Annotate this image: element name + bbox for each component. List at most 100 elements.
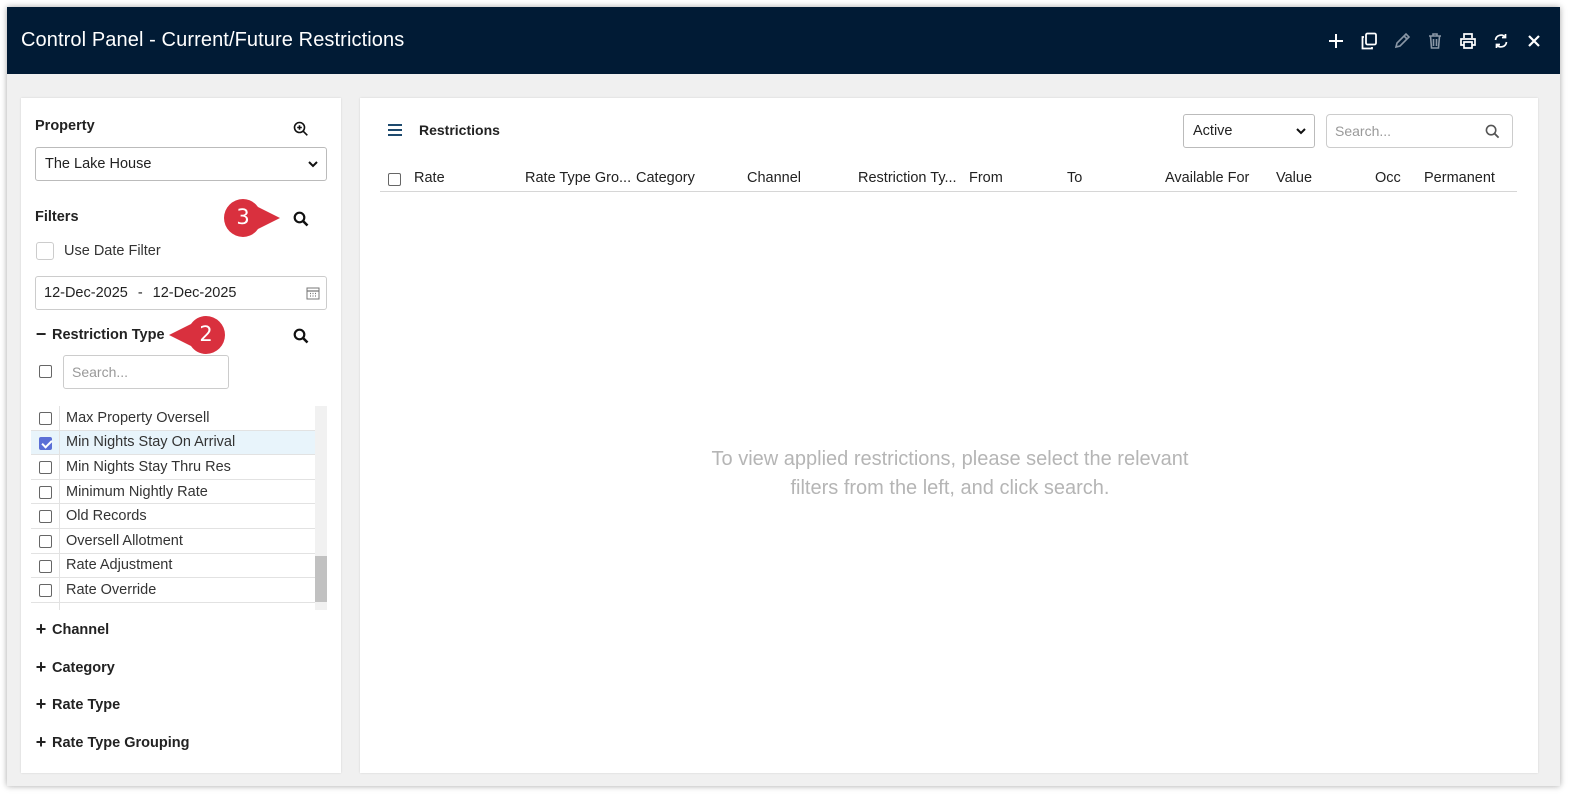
restriction-type-search-input[interactable]: Search...	[63, 355, 229, 389]
list-item-checkbox[interactable]	[39, 461, 52, 475]
date-range-field[interactable]: 12-Dec-2025 - 12-Dec-2025	[35, 276, 327, 310]
list-item[interactable]: Oversell Allotment	[31, 529, 315, 554]
title-bar: Control Panel - Current/Future Restricti…	[7, 7, 1560, 74]
column-header-rate[interactable]: Rate	[414, 170, 445, 186]
rate-type-grouping-toggle[interactable]: + Rate Type Grouping	[35, 732, 190, 753]
chevron-down-icon	[308, 161, 318, 168]
refresh-button[interactable]	[1489, 29, 1513, 53]
close-icon	[1528, 34, 1540, 47]
date-to: 12-Dec-2025	[152, 285, 237, 301]
restriction-type-toggle[interactable]: − Restriction Type	[35, 324, 165, 345]
filter-panel: Property The Lake House Filters Use Date…	[21, 98, 341, 773]
window-title: Control Panel - Current/Future Restricti…	[21, 29, 405, 51]
app-window: Control Panel - Current/Future Restricti…	[7, 7, 1560, 786]
list-item[interactable]: Min Nights Stay Thru Res	[31, 455, 315, 480]
column-header-available-for[interactable]: Available For	[1165, 170, 1249, 186]
refresh-icon	[1494, 33, 1508, 48]
list-item-checkbox[interactable]	[39, 559, 52, 573]
callout-3: 3	[222, 197, 282, 239]
callout-3-number: 3	[236, 205, 250, 229]
property-select-value: The Lake House	[45, 156, 152, 172]
list-item[interactable]: Rate Adjustment	[31, 553, 315, 579]
restriction-type-list: Max Property Oversell Min Nights Stay On…	[31, 406, 327, 610]
rate-type-grouping-label: Rate Type Grouping	[52, 734, 190, 751]
list-item[interactable]: Rate Override	[31, 578, 315, 603]
list-item[interactable]: Min Nights Stay On Arrival	[31, 430, 315, 456]
use-date-filter-label: Use Date Filter	[64, 243, 161, 259]
plus-icon: +	[35, 619, 47, 639]
plus-icon: +	[35, 694, 47, 714]
restrictions-search-input[interactable]: Search...	[1326, 114, 1513, 148]
column-header-rate-type-grouping[interactable]: Rate Type Gro...	[525, 170, 631, 186]
print-button[interactable]	[1456, 29, 1480, 53]
column-header-from[interactable]: From	[969, 170, 1003, 186]
delete-button[interactable]	[1423, 29, 1447, 53]
list-item	[31, 602, 315, 610]
list-item-label: Oversell Allotment	[66, 532, 183, 549]
status-select[interactable]: Active	[1183, 114, 1315, 148]
printer-icon	[1460, 32, 1476, 49]
list-item[interactable]: Max Property Oversell	[31, 406, 315, 431]
use-date-filter-checkbox[interactable]	[36, 242, 54, 260]
restriction-type-select-all[interactable]	[39, 365, 52, 378]
search-icon	[1485, 124, 1500, 139]
filters-label: Filters	[35, 209, 79, 225]
menu-button[interactable]	[385, 120, 405, 140]
toolbar	[1324, 7, 1546, 74]
search-icon	[293, 211, 309, 227]
property-label: Property	[35, 118, 95, 134]
property-lookup-button[interactable]	[291, 119, 311, 139]
list-item[interactable]: Minimum Nightly Rate	[31, 479, 315, 505]
empty-state-line-2: filters from the left, and click search.	[790, 477, 1110, 499]
list-item[interactable]: Old Records	[31, 504, 315, 529]
list-item-checkbox[interactable]	[39, 510, 52, 524]
calendar-icon	[306, 287, 320, 300]
plus-icon: +	[35, 732, 47, 752]
empty-state-message: To view applied restrictions, please sel…	[660, 445, 1240, 503]
edit-button[interactable]	[1390, 29, 1414, 53]
chevron-down-icon	[1296, 128, 1306, 135]
column-header-channel[interactable]: Channel	[747, 170, 801, 186]
plus-icon	[1329, 33, 1343, 48]
rate-type-group-toggle[interactable]: + Rate Type	[35, 694, 121, 715]
restriction-type-search-placeholder: Search...	[72, 364, 129, 380]
list-item-label: Rate Adjustment	[66, 557, 173, 574]
list-item-checkbox[interactable]	[39, 436, 52, 450]
list-item-label: Max Property Oversell	[66, 409, 210, 426]
trash-icon	[1429, 32, 1441, 49]
column-header-occ[interactable]: Occ	[1375, 170, 1401, 186]
list-item-checkbox[interactable]	[39, 485, 52, 499]
restrictions-search-placeholder: Search...	[1335, 123, 1392, 139]
rate-type-group-label: Rate Type	[52, 696, 121, 713]
restriction-type-search-button[interactable]	[291, 326, 311, 346]
date-separator: -	[137, 285, 143, 301]
select-all-rows-checkbox[interactable]	[388, 173, 401, 186]
list-item-checkbox[interactable]	[39, 412, 52, 425]
channel-group-toggle[interactable]: + Channel	[35, 619, 109, 640]
restriction-type-label: Restriction Type	[52, 326, 165, 343]
filters-search-button[interactable]	[291, 209, 311, 229]
list-scrollbar[interactable]	[315, 406, 327, 610]
minus-icon: −	[35, 324, 47, 344]
date-from: 12-Dec-2025	[44, 285, 128, 301]
list-item-checkbox[interactable]	[39, 584, 52, 598]
column-header-to[interactable]: To	[1067, 170, 1082, 186]
close-button[interactable]	[1522, 29, 1546, 53]
list-item-label: Rate Override	[66, 581, 157, 598]
column-header-permanent[interactable]: Permanent	[1424, 170, 1495, 186]
list-item-label: Min Nights Stay On Arrival	[66, 434, 236, 451]
property-select[interactable]: The Lake House	[35, 147, 327, 181]
callout-2-number: 2	[199, 322, 213, 346]
pencil-icon	[1394, 32, 1411, 48]
column-header-category[interactable]: Category	[636, 170, 695, 186]
search-icon	[293, 328, 309, 344]
copy-button[interactable]	[1357, 29, 1381, 53]
table-header-row: Rate Rate Type Gro... Category Channel R…	[380, 166, 1517, 192]
list-item-checkbox[interactable]	[39, 535, 52, 548]
column-header-value[interactable]: Value	[1276, 170, 1312, 186]
list-item-label: Min Nights Stay Thru Res	[66, 458, 231, 475]
list-scrollbar-thumb[interactable]	[315, 556, 327, 602]
category-group-toggle[interactable]: + Category	[35, 657, 115, 678]
column-header-restriction-type[interactable]: Restriction Ty...	[858, 170, 957, 186]
add-button[interactable]	[1324, 29, 1348, 53]
